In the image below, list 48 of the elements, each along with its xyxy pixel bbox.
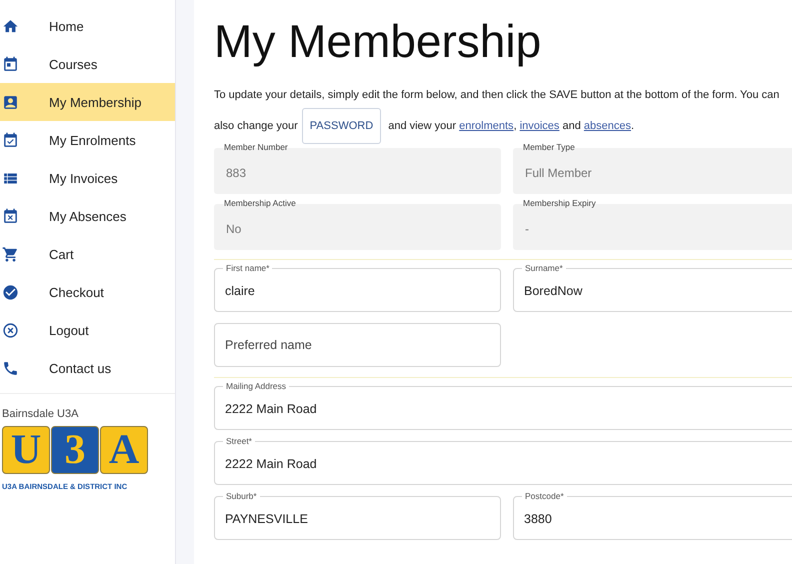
sidebar-item[interactable]: Home <box>0 7 175 45</box>
field-label: Postcode* <box>522 491 567 501</box>
field-label: Member Type <box>523 142 575 152</box>
sidebar-item[interactable]: Cart <box>0 235 175 273</box>
field-label: Member Number <box>224 142 288 152</box>
field-value: 2222 Main Road <box>225 402 317 416</box>
page-title: My Membership <box>214 14 542 68</box>
sidebar-item[interactable]: Checkout <box>0 273 175 311</box>
field-value: 2222 Main Road <box>225 457 317 471</box>
phone-icon <box>2 360 19 376</box>
field-value: No <box>226 222 242 236</box>
logo-tile: A <box>100 426 148 474</box>
calendar-check-icon <box>2 132 19 148</box>
field-value: 883 <box>226 166 246 180</box>
link[interactable]: invoices <box>520 120 560 132</box>
cart-icon <box>2 246 19 262</box>
link[interactable]: absences <box>584 120 632 132</box>
field-label: Membership Expiry <box>523 198 596 208</box>
calendar-icon <box>2 56 19 72</box>
field-value: PAYNESVILLE <box>225 512 308 526</box>
field-value: Full Member <box>525 166 592 180</box>
field-label: Suburb* <box>223 491 260 501</box>
sidebar-item[interactable]: Courses <box>0 45 175 83</box>
field-label: Surname* <box>522 263 566 273</box>
field-value: - <box>525 222 529 236</box>
field-value: 3880 <box>524 512 552 526</box>
field-label: Membership Active <box>224 198 296 208</box>
calendar-x-icon <box>2 208 19 224</box>
field-label: Mailing Address <box>223 381 290 391</box>
field-value: BoredNow <box>524 284 582 298</box>
password-button[interactable]: PASSWORD <box>302 108 382 144</box>
sidebar-item[interactable]: My Invoices <box>0 159 175 197</box>
sidebar-item[interactable]: My Absences <box>0 197 175 235</box>
person-card-icon <box>2 94 19 110</box>
intro-paragraph: To update your details, simply edit the form below, and then click the SAVE button at the bottom of the form. You can also change your PASSWORD and view your enrolments, invoices and absences. <box>214 82 789 144</box>
logo-tile: U <box>2 426 50 474</box>
link[interactable]: enrolments <box>459 120 514 132</box>
sidebar-item[interactable]: Contact us <box>0 349 175 387</box>
organisation-name: Bairnsdale U3A <box>2 408 80 420</box>
input-field[interactable]: Preferred name <box>214 323 501 367</box>
field-label: First name* <box>223 263 272 273</box>
field-label: Street* <box>223 436 255 446</box>
home-icon <box>2 18 19 34</box>
field-value: claire <box>225 284 255 298</box>
logo-tile: 3 <box>51 426 99 474</box>
sidebar-item[interactable]: Logout <box>0 311 175 349</box>
sidebar-item[interactable]: My Enrolments <box>0 121 175 159</box>
sidebar-item[interactable]: My Membership <box>0 83 175 121</box>
